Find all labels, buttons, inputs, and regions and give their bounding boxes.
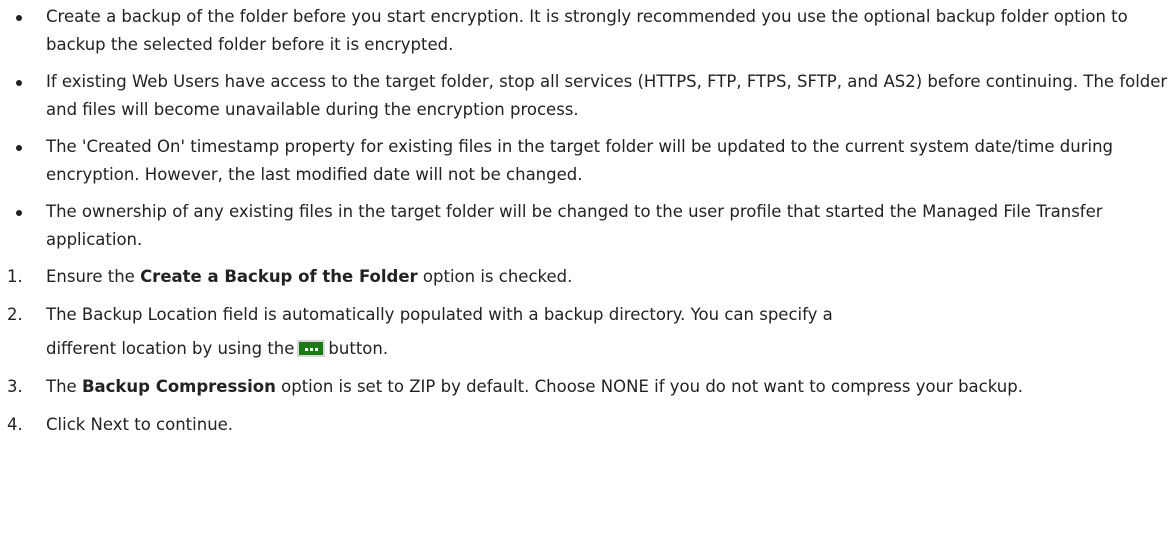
step-item: 4. Click Next to continue. [0, 411, 1168, 439]
step-number: 3. [7, 377, 23, 396]
bullet-icon [16, 145, 22, 151]
step-text-suffix: option is checked. [417, 267, 573, 286]
step-text-prefix: The [46, 377, 82, 396]
step-number: 2. [7, 305, 23, 324]
bullet-icon [16, 80, 22, 86]
document: Create a backup of the folder before you… [0, 3, 1168, 547]
bullet-item: The 'Created On' timestamp property for … [0, 133, 1168, 189]
step-text-suffix: option is set to ZIP by default. Choose … [275, 377, 1023, 396]
bullet-icon [16, 210, 22, 216]
step-number: 4. [7, 415, 23, 434]
bullet-item: The ownership of any existing files in t… [0, 198, 1168, 254]
step-item: 2. The Backup Location field is automati… [0, 301, 1168, 363]
step-item: 3. The Backup Compression option is set … [0, 373, 1168, 401]
bullet-icon [16, 15, 22, 21]
step-text-line2: different location by using the button. [46, 335, 1168, 363]
bullet-text: The ownership of any existing files in t… [46, 202, 1103, 249]
bullet-item: If existing Web Users have access to the… [0, 68, 1168, 124]
steps-numbered-list: 1. Ensure the Create a Backup of the Fol… [0, 263, 1168, 439]
bullet-item: Create a backup of the folder before you… [0, 3, 1168, 59]
step-text: Click Next to continue. [46, 415, 234, 434]
ellipsis-button-icon [297, 340, 326, 357]
step-item: 1. Ensure the Create a Backup of the Fol… [0, 263, 1168, 291]
step-text-line1: The Backup Location field is automatical… [46, 305, 833, 324]
bullet-text: Create a backup of the folder before you… [46, 7, 1128, 54]
bullet-text: If existing Web Users have access to the… [46, 72, 1168, 119]
step-text-prefix: Ensure the [46, 267, 141, 286]
bullet-text: The 'Created On' timestamp property for … [46, 137, 1113, 184]
backup-compression-option-label: Backup Compression [81, 377, 276, 396]
step-text-line2-prefix: different location by using the [46, 339, 295, 358]
notes-bullet-list: Create a backup of the folder before you… [0, 3, 1168, 254]
step-text-line2-suffix: button. [328, 339, 389, 358]
step-number: 1. [7, 267, 23, 286]
create-backup-option-label: Create a Backup of the Folder [140, 267, 418, 286]
